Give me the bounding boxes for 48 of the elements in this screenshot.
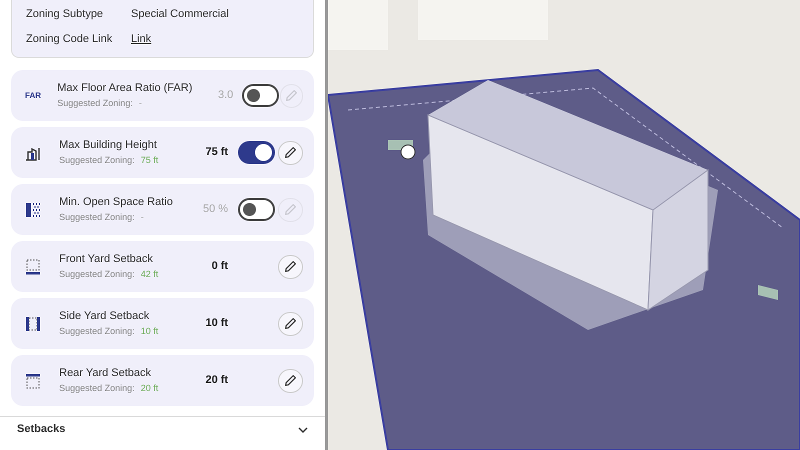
edit-button[interactable] bbox=[278, 368, 304, 392]
toggle-switch[interactable] bbox=[242, 84, 279, 107]
rule-name: Max Floor Area Ratio (FAR) bbox=[57, 80, 192, 95]
rule-name: Front Yard Setback bbox=[59, 252, 154, 266]
suggested-value: 42 ft bbox=[140, 268, 158, 281]
rear-setback-icon bbox=[25, 372, 41, 388]
rule-name: Min. Open Space Ratio bbox=[59, 194, 174, 209]
front-setback-icon bbox=[25, 258, 41, 274]
side-setback-icon bbox=[25, 316, 41, 332]
rule-value: 3.0 bbox=[216, 88, 234, 104]
suggested-value: 10 ft bbox=[140, 324, 158, 338]
suggested-label: Suggested Zoning: bbox=[59, 324, 135, 338]
pencil-icon bbox=[284, 146, 297, 159]
suggested-label: Suggested Zoning: bbox=[59, 382, 135, 395]
chevron-icon[interactable] bbox=[298, 426, 308, 432]
zoning-code-link[interactable]: Link bbox=[131, 30, 152, 47]
suggested-label: Suggested Zoning: bbox=[59, 268, 135, 281]
open-space-icon bbox=[25, 202, 41, 218]
far-icon: FAR bbox=[25, 90, 41, 102]
rule-name: Rear Yard Setback bbox=[59, 366, 152, 380]
edit-button[interactable] bbox=[278, 312, 304, 336]
section-title: Setbacks bbox=[17, 422, 66, 438]
rule-value: 20 ft bbox=[204, 373, 228, 388]
suggested-value: - bbox=[138, 96, 142, 110]
suggested-value: 20 ft bbox=[140, 382, 158, 395]
info-value: Special Commercial bbox=[131, 7, 229, 22]
pencil-icon bbox=[284, 89, 298, 102]
toggle-switch[interactable] bbox=[238, 141, 276, 164]
rule-value: 50 % bbox=[202, 202, 228, 218]
suggested-label: Suggested Zoning: bbox=[59, 210, 135, 224]
pencil-icon bbox=[284, 260, 297, 273]
suggested-value: 75 ft bbox=[140, 154, 158, 167]
info-label: Zoning Code Link bbox=[26, 32, 114, 46]
pencil-icon bbox=[284, 317, 297, 330]
suggested-value: - bbox=[140, 210, 144, 224]
rule-name: Max Building Height bbox=[59, 138, 158, 152]
suggested-label: Suggested Zoning: bbox=[59, 154, 135, 167]
suggested-label: Suggested Zoning: bbox=[57, 96, 133, 110]
rule-value: 75 ft bbox=[204, 145, 228, 160]
edit-button[interactable] bbox=[278, 140, 304, 164]
pencil-icon bbox=[284, 374, 297, 387]
rule-value: 0 ft bbox=[210, 259, 228, 274]
info-label: Zoning Subtype bbox=[26, 7, 104, 22]
pencil-icon bbox=[284, 203, 297, 216]
edit-button[interactable] bbox=[278, 254, 304, 278]
toggle-switch[interactable] bbox=[238, 198, 276, 221]
rule-name: Side Yard Setback bbox=[59, 308, 150, 323]
rule-value: 10 ft bbox=[204, 316, 228, 332]
